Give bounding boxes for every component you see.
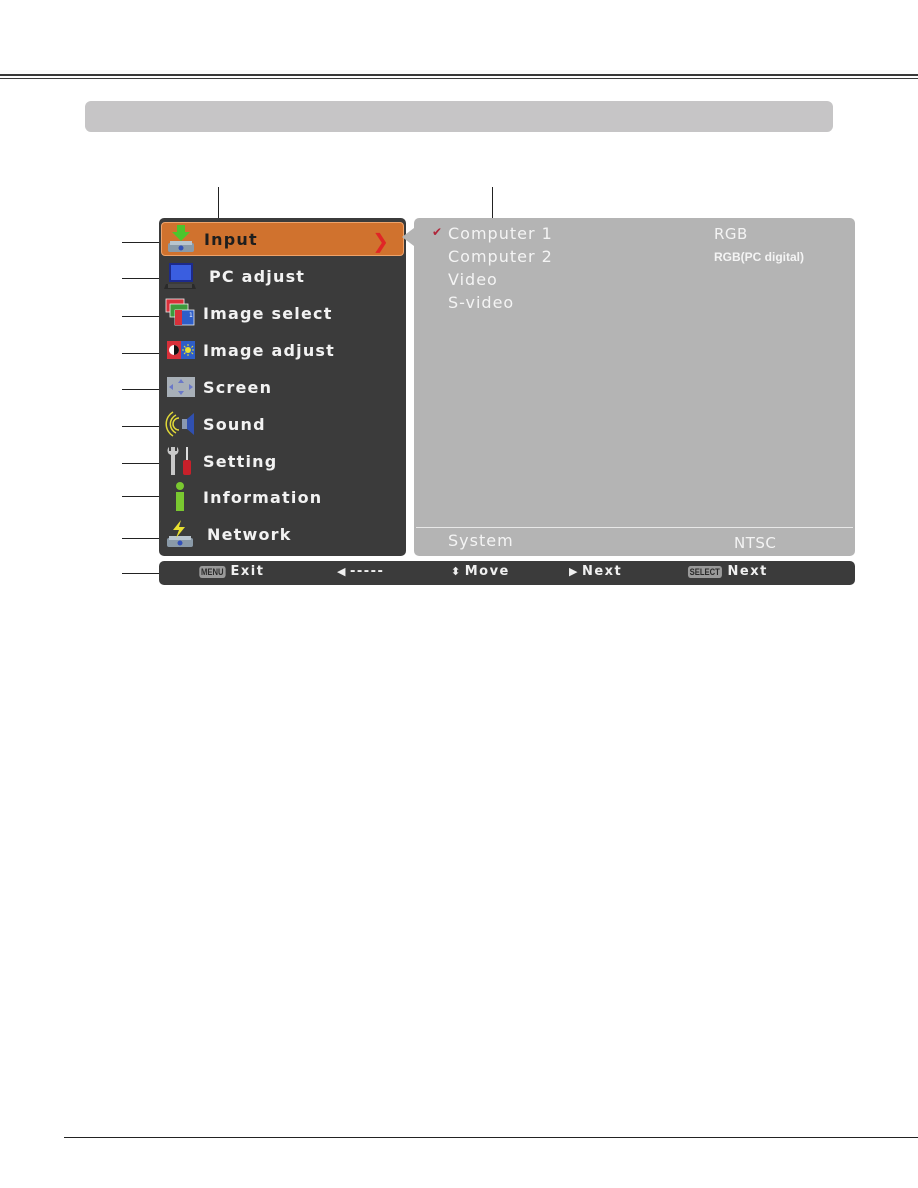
section-title-bar <box>85 101 833 132</box>
submenu-pointer <box>402 228 414 246</box>
system-label: System <box>448 531 514 550</box>
guide-move: ⬍ Move <box>451 564 510 579</box>
callout-line-main-menu <box>218 187 219 221</box>
menu-item-information[interactable]: Information <box>161 480 404 514</box>
setting-icon <box>163 445 197 477</box>
callout-line-image-select <box>122 316 162 317</box>
menu-item-image-adjust[interactable]: Image adjust <box>161 333 404 367</box>
header-rule <box>0 74 918 76</box>
callout-line-information <box>122 496 162 497</box>
guide-next: ▶ Next <box>569 564 623 579</box>
guide-exit: MENU Exit <box>199 564 265 579</box>
image-select-icon: 1 <box>163 297 197 329</box>
submenu-item-s-video[interactable]: S-video <box>448 293 514 312</box>
select-key-icon: SELECT <box>687 565 722 578</box>
pc-adjust-icon <box>163 260 197 292</box>
callout-line-sound <box>122 426 162 427</box>
header-rule-thin <box>0 78 918 79</box>
computer-1-signal: RGB <box>714 225 748 243</box>
guide-select: SELECT Next <box>687 564 768 579</box>
callout-line-setting <box>122 463 162 464</box>
submenu-item-video[interactable]: Video <box>448 270 498 289</box>
menu-item-sound[interactable]: Sound <box>161 407 404 441</box>
menu-item-screen[interactable]: Screen <box>161 370 404 404</box>
guide-back: ◀ ----- <box>337 564 385 579</box>
menu-key-icon: MENU <box>199 565 226 578</box>
up-down-arrow-icon: ⬍ <box>451 565 462 578</box>
input-submenu: ✔ Computer 1 RGB Computer 2 RGB(PC digit… <box>414 218 855 556</box>
callout-line-image-adjust <box>122 353 162 354</box>
sound-icon <box>163 408 197 440</box>
network-icon <box>163 518 197 550</box>
menu-item-input[interactable]: Input ❯ <box>161 222 404 256</box>
menu-item-setting[interactable]: Setting <box>161 444 404 478</box>
left-arrow-icon: ◀ <box>337 565 347 578</box>
submenu-item-computer-2[interactable]: Computer 2 <box>448 247 553 266</box>
main-menu: Input ❯ PC adjust 1 Image select Image a… <box>159 218 406 556</box>
callout-line-guide <box>122 573 162 574</box>
callout-line-input <box>122 242 162 243</box>
input-icon <box>164 223 198 255</box>
information-icon <box>163 481 197 513</box>
footer-rule <box>64 1137 918 1138</box>
submenu-divider <box>416 527 853 528</box>
svg-text:1: 1 <box>189 312 193 319</box>
submenu-item-computer-1[interactable]: Computer 1 <box>448 224 553 243</box>
callout-line-network <box>122 538 162 539</box>
image-adjust-icon <box>163 334 197 366</box>
computer-2-signal: RGB(PC digital) <box>714 250 804 264</box>
check-icon: ✔ <box>432 225 443 239</box>
callout-line-screen <box>122 389 162 390</box>
menu-item-pc-adjust[interactable]: PC adjust <box>161 259 404 293</box>
system-value: NTSC <box>734 534 777 552</box>
guide-bar: MENU Exit ◀ ----- ⬍ Move ▶ Next SELECT N… <box>159 561 855 585</box>
menu-item-image-select[interactable]: 1 Image select <box>161 296 404 330</box>
menu-item-network[interactable]: Network <box>161 517 404 551</box>
callout-line-pc-adjust <box>122 278 162 279</box>
right-arrow-icon: ▶ <box>569 565 579 578</box>
chevron-right-icon: ❯ <box>372 229 389 253</box>
screen-icon <box>163 371 197 403</box>
